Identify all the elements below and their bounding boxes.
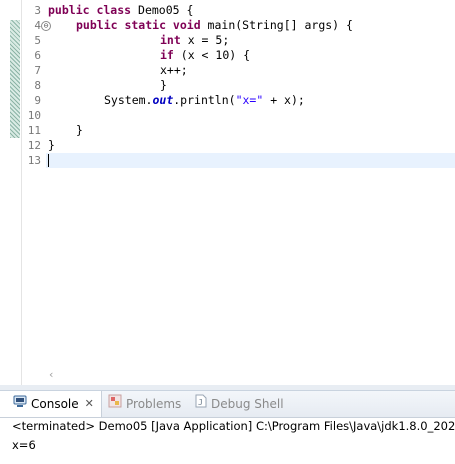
line-number: 12 bbox=[27, 139, 41, 152]
quick-diff-ruler bbox=[10, 20, 20, 138]
code-line[interactable]: } bbox=[48, 123, 455, 138]
keyword: public static void bbox=[76, 18, 201, 32]
console-view: Console ✕ Problems J Debug Shell <termin… bbox=[0, 390, 455, 464]
code-line[interactable]: public static void main(String[] args) { bbox=[48, 18, 455, 33]
horizontal-scrollbar[interactable]: ‹ bbox=[45, 368, 455, 382]
tab-label: Console bbox=[31, 397, 79, 411]
tab-label: Problems bbox=[126, 397, 182, 411]
line-number: 9 bbox=[34, 94, 41, 107]
text-caret bbox=[48, 154, 49, 167]
code-line[interactable] bbox=[48, 108, 455, 123]
code-line[interactable]: x++; bbox=[48, 63, 455, 78]
view-tab-bar: Console ✕ Problems J Debug Shell bbox=[0, 391, 455, 418]
tab-label: Debug Shell bbox=[211, 397, 284, 411]
code-line[interactable]: System.out.println("x=" + x); bbox=[48, 93, 455, 108]
console-status: <terminated> Demo05 [Java Application] C… bbox=[12, 419, 455, 433]
line-number: 3 bbox=[34, 4, 41, 17]
tab-problems[interactable]: Problems bbox=[108, 391, 181, 417]
code-line[interactable]: public class Demo05 { bbox=[48, 3, 455, 18]
current-code-line[interactable] bbox=[46, 153, 455, 168]
debug-shell-icon: J bbox=[195, 391, 207, 417]
tab-debug-shell[interactable]: J Debug Shell bbox=[195, 391, 284, 417]
line-number: 6 bbox=[34, 49, 41, 62]
line-number: 10 bbox=[27, 109, 41, 122]
line-number: 13 bbox=[27, 154, 41, 167]
keyword: if bbox=[160, 48, 174, 62]
static-field: out bbox=[152, 93, 174, 107]
problems-icon bbox=[108, 391, 122, 417]
code-area[interactable]: public class Demo05 { public static void… bbox=[46, 3, 455, 168]
keyword: int bbox=[160, 33, 181, 47]
line-number-gutter: 3 4 ⊖ 5 6 7 8 9 10 11 12 13 bbox=[21, 3, 51, 168]
tab-console[interactable]: Console ✕ bbox=[0, 391, 102, 417]
code-line[interactable]: } bbox=[48, 78, 455, 93]
code-line[interactable]: int x = 5; bbox=[48, 33, 455, 48]
svg-text:J: J bbox=[198, 398, 203, 407]
line-number: 4 ⊖ bbox=[21, 18, 51, 33]
line-number: 11 bbox=[27, 124, 41, 137]
code-editor[interactable]: 3 4 ⊖ 5 6 7 8 9 10 11 12 13 public class … bbox=[0, 0, 455, 385]
string-literal: "x=" bbox=[235, 93, 264, 107]
scroll-left-icon[interactable]: ‹ bbox=[49, 368, 53, 381]
line-number: 5 bbox=[34, 34, 41, 47]
code-line[interactable]: if (x < 10) { bbox=[48, 48, 455, 63]
line-number: 8 bbox=[34, 79, 41, 92]
console-output[interactable]: x=6 bbox=[12, 438, 36, 452]
console-icon bbox=[13, 391, 27, 417]
keyword: public class bbox=[48, 3, 132, 17]
line-number: 7 bbox=[34, 64, 41, 77]
code-line[interactable]: } bbox=[48, 138, 455, 153]
close-icon[interactable]: ✕ bbox=[85, 391, 94, 417]
